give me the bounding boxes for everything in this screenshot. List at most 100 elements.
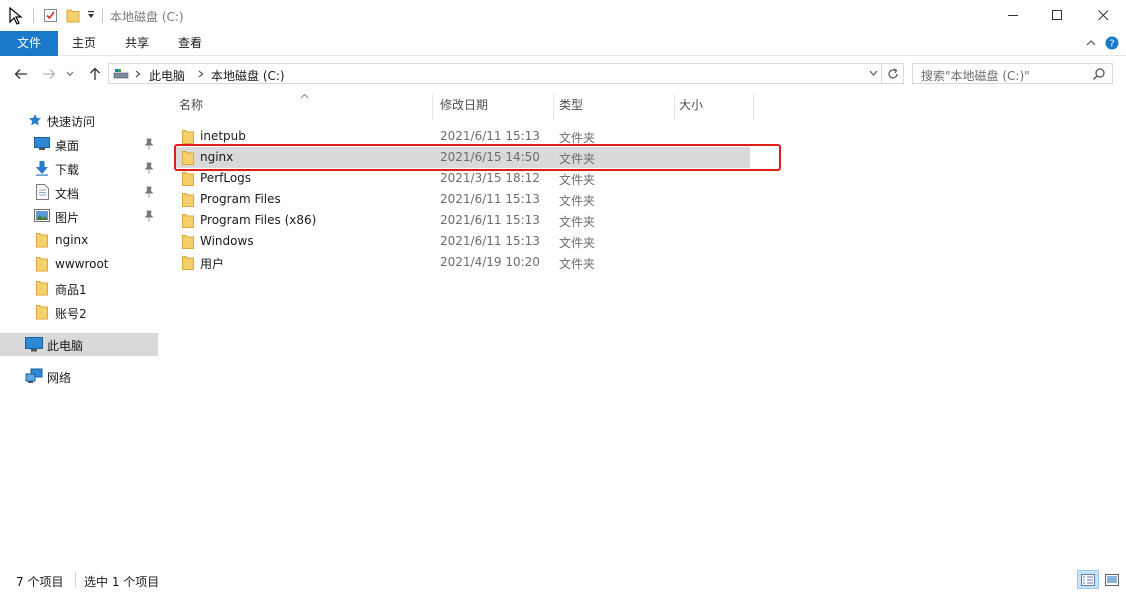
file-type: 文件夹 xyxy=(559,257,596,271)
column-header-date[interactable]: 修改日期 xyxy=(440,91,488,120)
file-row-windows[interactable]: Windows 2021/6/11 15:13 文件夹 xyxy=(174,231,750,252)
status-bar: 7 个项目 选中 1 个项目 xyxy=(0,566,1126,593)
file-name: Program Files (x86) xyxy=(200,213,317,227)
tab-file[interactable]: 文件 xyxy=(0,31,58,56)
sidebar-item-label: 图片 xyxy=(55,211,80,225)
tab-home[interactable]: 主页 xyxy=(60,31,108,56)
up-button[interactable] xyxy=(86,64,104,84)
sort-ascending-icon xyxy=(300,93,309,99)
sidebar-item-nginx[interactable]: nginx xyxy=(0,229,158,252)
file-name: PerfLogs xyxy=(200,171,252,185)
file-type: 文件夹 xyxy=(559,194,596,208)
sidebar-item-downloads[interactable]: 下载 xyxy=(0,157,158,180)
picture-icon xyxy=(34,209,50,222)
sidebar-item-label: wwwroot xyxy=(55,257,109,271)
help-icon[interactable]: ? xyxy=(1105,36,1119,50)
file-date: 2021/3/15 18:12 xyxy=(440,171,540,185)
file-type: 文件夹 xyxy=(559,173,596,187)
tab-view[interactable]: 查看 xyxy=(166,31,214,56)
title-bar: 本地磁盘 (C:) xyxy=(0,0,1126,31)
sidebar-item-account2[interactable]: 账号2 xyxy=(0,301,158,324)
column-divider[interactable] xyxy=(753,94,754,120)
nav-network-label: 网络 xyxy=(47,371,72,385)
download-icon xyxy=(36,161,48,176)
sidebar-item-goods1[interactable]: 商品1 xyxy=(0,277,158,300)
folder-icon xyxy=(36,233,48,248)
sidebar-item-label: 桌面 xyxy=(55,139,80,153)
tab-share[interactable]: 共享 xyxy=(113,31,161,56)
file-row-program-files[interactable]: Program Files 2021/6/11 15:13 文件夹 xyxy=(174,189,750,210)
column-divider[interactable] xyxy=(674,94,675,120)
search-icon[interactable] xyxy=(1092,67,1106,81)
refresh-icon xyxy=(887,67,898,79)
file-type: 文件夹 xyxy=(559,215,596,229)
cursor-icon xyxy=(9,6,23,25)
column-header-size[interactable]: 大小 xyxy=(679,91,703,120)
file-row-users[interactable]: 用户 2021/4/19 10:20 文件夹 xyxy=(174,252,750,273)
forward-button[interactable] xyxy=(40,64,58,84)
recent-locations-button[interactable] xyxy=(64,64,76,84)
breadcrumb-this-pc[interactable]: 此电脑 xyxy=(149,67,185,84)
breadcrumb-local-disk[interactable]: 本地磁盘 (C:) xyxy=(211,67,285,84)
address-dropdown-icon[interactable] xyxy=(869,70,878,77)
drive-icon xyxy=(113,69,129,79)
address-bar[interactable]: 此电脑 本地磁盘 (C:) xyxy=(108,63,882,84)
arrow-left-icon xyxy=(14,69,27,79)
file-date: 2021/4/19 10:20 xyxy=(440,255,540,269)
navigation-pane: 快速访问 桌面 下载 文档 图片 nginx wwwroot 商品1 账号2 此… xyxy=(0,91,160,559)
folder-icon xyxy=(36,281,48,296)
file-row-program-files-x86[interactable]: Program Files (x86) 2021/6/11 15:13 文件夹 xyxy=(174,210,750,231)
file-type: 文件夹 xyxy=(559,236,596,250)
refresh-button[interactable] xyxy=(882,63,904,84)
properties-icon[interactable] xyxy=(43,8,58,23)
nav-this-pc-label: 此电脑 xyxy=(47,339,84,353)
column-header-name[interactable]: 名称 xyxy=(179,91,203,120)
file-row-perflogs[interactable]: PerfLogs 2021/3/15 18:12 文件夹 xyxy=(174,168,750,189)
sidebar-item-wwwroot[interactable]: wwwroot xyxy=(0,253,158,276)
sidebar-item-label: 下载 xyxy=(55,163,80,177)
folder-icon xyxy=(182,172,194,186)
close-icon xyxy=(1097,10,1108,21)
close-button[interactable] xyxy=(1080,0,1126,31)
large-icons-view-button[interactable] xyxy=(1101,570,1123,589)
sidebar-item-documents[interactable]: 文档 xyxy=(0,181,158,204)
breadcrumb-separator-icon xyxy=(198,70,204,78)
column-divider[interactable] xyxy=(553,94,554,120)
minimize-icon xyxy=(1007,15,1018,16)
item-count: 7 个项目 xyxy=(16,575,64,589)
file-date: 2021/6/11 15:13 xyxy=(440,234,540,248)
ribbon-expand-icon[interactable] xyxy=(1086,39,1096,47)
back-button[interactable] xyxy=(12,64,30,84)
desktop-icon xyxy=(34,137,50,150)
file-name: inetpub xyxy=(200,129,246,143)
file-name: Program Files xyxy=(200,192,281,206)
arrow-up-icon xyxy=(90,67,100,80)
sidebar-item-label: nginx xyxy=(55,233,89,247)
folder-icon xyxy=(36,257,48,272)
window-title: 本地磁盘 (C:) xyxy=(110,10,184,24)
details-view-button[interactable] xyxy=(1077,570,1099,589)
nav-network[interactable]: 网络 xyxy=(0,365,158,388)
maximize-button[interactable] xyxy=(1034,0,1080,31)
nav-quick-access[interactable]: 快速访问 xyxy=(0,109,158,132)
folder-icon xyxy=(36,305,48,320)
sidebar-item-desktop[interactable]: 桌面 xyxy=(0,133,158,156)
document-icon xyxy=(36,184,49,200)
pin-icon[interactable] xyxy=(144,138,154,150)
search-input[interactable]: 搜索"本地磁盘 (C:)" xyxy=(912,63,1113,84)
nav-this-pc[interactable]: 此电脑 xyxy=(0,333,158,356)
new-folder-icon[interactable] xyxy=(66,7,80,23)
customize-toolbar-icon[interactable] xyxy=(86,10,96,20)
maximize-icon xyxy=(1051,10,1062,20)
sidebar-item-pictures[interactable]: 图片 xyxy=(0,205,158,228)
large-icons-view-icon xyxy=(1105,573,1119,586)
pin-icon[interactable] xyxy=(144,186,154,198)
status-divider xyxy=(75,572,76,587)
folder-icon xyxy=(182,214,194,228)
pin-icon[interactable] xyxy=(144,210,154,222)
chevron-down-icon xyxy=(66,71,74,77)
column-divider[interactable] xyxy=(432,94,433,120)
pin-icon[interactable] xyxy=(144,162,154,174)
minimize-button[interactable] xyxy=(990,0,1036,31)
column-header-type[interactable]: 类型 xyxy=(559,91,583,120)
